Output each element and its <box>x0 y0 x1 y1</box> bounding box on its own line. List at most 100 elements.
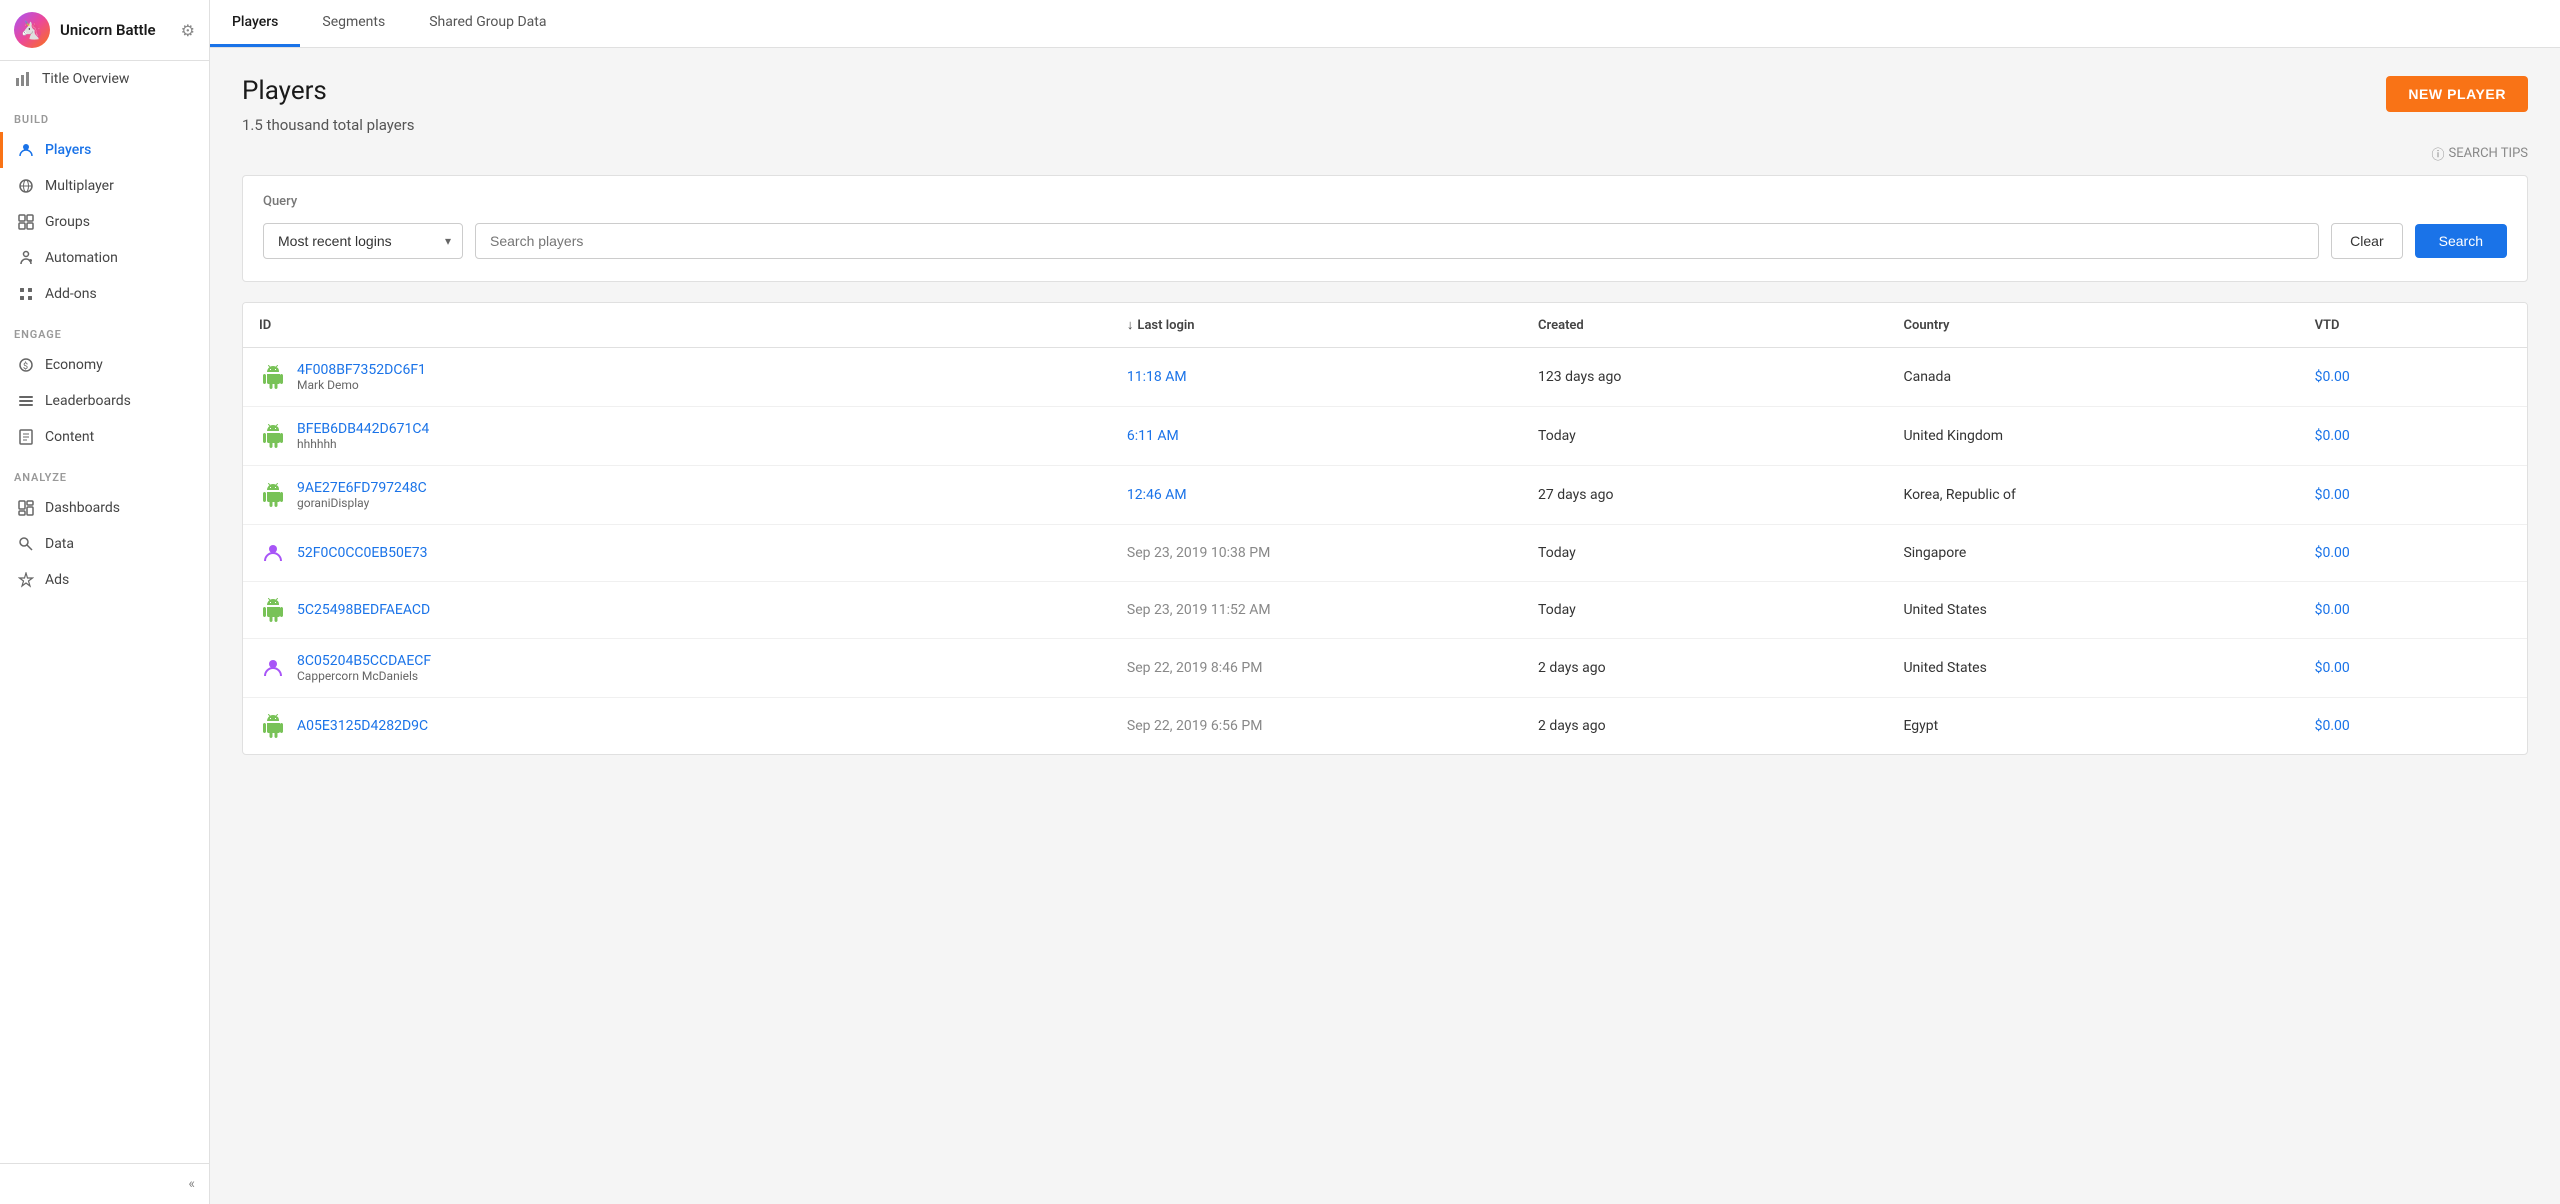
chevron-left-icon: « <box>188 1176 195 1192</box>
automation-icon <box>17 249 35 267</box>
person-icon <box>17 141 35 159</box>
player-vtd: $0.00 <box>2299 639 2527 698</box>
player-id-link[interactable]: 52F0C0CC0EB50E73 <box>297 545 428 561</box>
table-header: ID ↓Last login Created Country VTD <box>243 303 2527 348</box>
clear-button[interactable]: Clear <box>2331 223 2402 259</box>
sidebar-item-dashboards[interactable]: Dashboards <box>0 490 209 526</box>
player-country: United Kingdom <box>1887 407 2298 466</box>
sidebar-players-label: Players <box>45 142 195 158</box>
page-title: Players <box>242 76 327 106</box>
sidebar-item-ads[interactable]: Ads <box>0 562 209 598</box>
dashboards-icon <box>17 499 35 517</box>
app-logo: 🦄 <box>14 12 50 48</box>
login-time-value: 11:18 AM <box>1127 369 1187 385</box>
tab-segments[interactable]: Segments <box>300 0 407 47</box>
sidebar-collapse-btn[interactable]: « <box>0 1163 209 1204</box>
sidebar-item-multiplayer[interactable]: Multiplayer <box>0 168 209 204</box>
player-vtd: $0.00 <box>2299 348 2527 407</box>
player-display-name: Cappercorn McDaniels <box>297 669 431 683</box>
sidebar-multiplayer-label: Multiplayer <box>45 178 195 194</box>
sidebar-item-groups[interactable]: Groups <box>0 204 209 240</box>
vtd-value[interactable]: $0.00 <box>2315 718 2350 734</box>
table-row: BFEB6DB442D671C4 hhhhhh 6:11 AM Today Un… <box>243 407 2527 466</box>
vtd-value[interactable]: $0.00 <box>2315 369 2350 385</box>
vtd-value[interactable]: $0.00 <box>2315 602 2350 618</box>
player-id-cell: 8C05204B5CCDAECF Cappercorn McDaniels <box>243 639 1111 698</box>
vtd-value[interactable]: $0.00 <box>2315 487 2350 503</box>
player-id-link[interactable]: 4F008BF7352DC6F1 <box>297 362 426 378</box>
vtd-value[interactable]: $0.00 <box>2315 545 2350 561</box>
sidebar-header: 🦄 Unicorn Battle ⚙ <box>0 0 209 61</box>
col-vtd: VTD <box>2299 303 2527 348</box>
player-id-link[interactable]: 5C25498BEDFAEACD <box>297 602 430 618</box>
tab-shared-group-data[interactable]: Shared Group Data <box>407 0 568 47</box>
player-country: United States <box>1887 582 2298 639</box>
player-last-login: 12:46 AM <box>1111 466 1522 525</box>
sidebar-item-economy[interactable]: $ Economy <box>0 347 209 383</box>
table-row: 52F0C0CC0EB50E73 Sep 23, 2019 10:38 PM T… <box>243 525 2527 582</box>
sidebar-item-automation[interactable]: Automation <box>0 240 209 276</box>
player-created: Today <box>1522 407 1887 466</box>
sort-select[interactable]: Most recent logins Least recent logins M… <box>263 223 463 259</box>
login-time-value: 6:11 AM <box>1127 428 1179 444</box>
player-id-info: A05E3125D4282D9C <box>297 718 428 734</box>
player-display-name: hhhhhh <box>297 437 429 451</box>
sidebar-content-label: Content <box>45 429 195 445</box>
player-country: Singapore <box>1887 525 2298 582</box>
gear-icon[interactable]: ⚙ <box>181 21 195 40</box>
title-overview-label: Title Overview <box>42 71 195 87</box>
player-id-link[interactable]: A05E3125D4282D9C <box>297 718 428 734</box>
sidebar-item-leaderboards[interactable]: Leaderboards <box>0 383 209 419</box>
col-last-login[interactable]: ↓Last login <box>1111 303 1522 348</box>
sort-arrow-icon: ↓ <box>1127 318 1134 333</box>
sidebar-item-content[interactable]: Content <box>0 419 209 455</box>
player-last-login: 11:18 AM <box>1111 348 1522 407</box>
info-icon: ⓘ <box>2431 144 2444 163</box>
tab-players[interactable]: Players <box>210 0 300 47</box>
player-created: Today <box>1522 582 1887 639</box>
player-platform-icon <box>259 539 287 567</box>
player-vtd: $0.00 <box>2299 698 2527 755</box>
grid-icon <box>17 213 35 231</box>
login-time-value: Sep 23, 2019 10:38 PM <box>1127 545 1270 561</box>
search-button[interactable]: Search <box>2415 224 2507 258</box>
players-tbody: 4F008BF7352DC6F1 Mark Demo 11:18 AM 123 … <box>243 348 2527 755</box>
sidebar-groups-label: Groups <box>45 214 195 230</box>
player-platform-icon <box>259 712 287 740</box>
players-table: ID ↓Last login Created Country VTD <box>242 302 2528 755</box>
tab-bar: Players Segments Shared Group Data <box>210 0 2560 48</box>
player-id-cell: A05E3125D4282D9C <box>243 698 1111 755</box>
title-overview-item[interactable]: Title Overview <box>0 61 209 97</box>
search-input[interactable] <box>475 223 2319 259</box>
sidebar-item-players[interactable]: Players <box>0 132 209 168</box>
player-platform-icon <box>259 422 287 450</box>
build-section-label: BUILD <box>0 97 209 132</box>
player-id-info: 9AE27E6FD797248C goraniDisplay <box>297 480 427 510</box>
search-tips-link[interactable]: ⓘ SEARCH TIPS <box>2431 144 2528 163</box>
vtd-value[interactable]: $0.00 <box>2315 428 2350 444</box>
player-id-info: 52F0C0CC0EB50E73 <box>297 545 428 561</box>
player-display-name: goraniDisplay <box>297 496 427 510</box>
sidebar: 🦄 Unicorn Battle ⚙ Title Overview BUILD … <box>0 0 210 1204</box>
table-header-row: ID ↓Last login Created Country VTD <box>243 303 2527 348</box>
sidebar-item-data[interactable]: Data <box>0 526 209 562</box>
player-id-link[interactable]: BFEB6DB442D671C4 <box>297 421 429 437</box>
player-last-login: Sep 22, 2019 8:46 PM <box>1111 639 1522 698</box>
new-player-button[interactable]: NEW PLAYER <box>2386 76 2528 112</box>
player-id-link[interactable]: 8C05204B5CCDAECF <box>297 653 431 669</box>
vtd-value[interactable]: $0.00 <box>2315 660 2350 676</box>
table-row: 9AE27E6FD797248C goraniDisplay 12:46 AM … <box>243 466 2527 525</box>
sort-select-wrapper: Most recent logins Least recent logins M… <box>263 223 463 259</box>
col-id: ID <box>243 303 1111 348</box>
player-vtd: $0.00 <box>2299 466 2527 525</box>
sidebar-item-addons[interactable]: Add-ons <box>0 276 209 312</box>
player-last-login: 6:11 AM <box>1111 407 1522 466</box>
query-box: Query Most recent logins Least recent lo… <box>242 175 2528 282</box>
globe-icon <box>17 177 35 195</box>
player-id-link[interactable]: 9AE27E6FD797248C <box>297 480 427 496</box>
player-id-cell: BFEB6DB442D671C4 hhhhhh <box>243 407 1111 466</box>
table-row: 4F008BF7352DC6F1 Mark Demo 11:18 AM 123 … <box>243 348 2527 407</box>
player-last-login: Sep 23, 2019 11:52 AM <box>1111 582 1522 639</box>
addons-icon <box>17 285 35 303</box>
page-content: Players NEW PLAYER 1.5 thousand total pl… <box>210 48 2560 1204</box>
